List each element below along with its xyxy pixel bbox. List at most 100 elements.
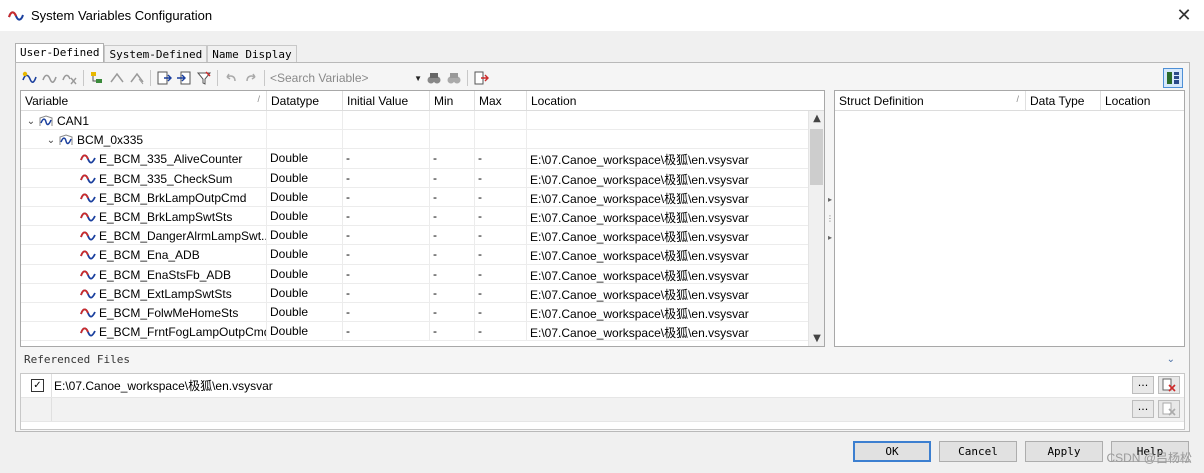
column-header-max[interactable]: Max <box>475 91 527 110</box>
variable-cell: ⌄ CAN1 <box>21 111 267 130</box>
table-row[interactable]: E_BCM_FrntFogLampOutpCmd Double - - - E:\07.C… <box>21 322 824 342</box>
table-row[interactable]: E_BCM_BrkLampSwtSts Double - - - E:\07.Canoe_… <box>21 206 824 227</box>
max-cell: - <box>475 302 527 322</box>
search-placeholder: <Search Variable> <box>270 71 369 85</box>
table-row[interactable]: E_BCM_335_AliveCounter Double - - - E:\07.Can… <box>21 149 824 169</box>
location-cell: E:\07.Canoe_workspace\极狐\en.vsysvar <box>530 230 749 245</box>
column-header-initial-value[interactable]: Initial Value <box>343 91 430 110</box>
tree-node-row[interactable]: ⌄ CAN1 <box>21 111 824 131</box>
initial-value-cell <box>343 130 430 149</box>
toolbar-separator <box>217 70 218 86</box>
max-cell: - <box>475 283 527 302</box>
cancel-button[interactable]: Cancel <box>939 441 1017 462</box>
location-cell: E:\07.Canoe_workspace\极狐\en.vsysvar <box>530 306 749 321</box>
watermark: CSDN @吕杨松 <box>1106 451 1192 465</box>
max-cell: - <box>475 245 527 264</box>
close-icon: ✕ <box>1176 4 1192 26</box>
goto-icon[interactable] <box>473 70 489 86</box>
referenced-file-row-empty[interactable]: ... <box>21 398 1184 422</box>
variable-icon <box>80 308 96 318</box>
chevron-down-icon[interactable]: ⌄ <box>24 116 38 127</box>
column-header-location[interactable]: Location <box>1101 91 1184 110</box>
tab-bar: User-Defined System-Defined Name Display <box>15 43 297 65</box>
scroll-thumb[interactable] <box>810 129 823 185</box>
grid-body: ⌄ CAN1 ⌄ BCM_0x335 E_BCM_335_AliveCounter Dou… <box>21 111 824 342</box>
table-row[interactable]: E_BCM_335_CheckSum Double - - - E:\07.Canoe_w… <box>21 168 824 188</box>
toggle-struct-pane-button[interactable] <box>1163 68 1183 88</box>
ok-button[interactable]: OK <box>853 441 931 462</box>
delete-variable-icon[interactable] <box>62 70 78 86</box>
table-row[interactable]: E_BCM_ExtLampSwtSts Double - - - E:\07.Canoe_… <box>21 283 824 303</box>
remove-file-icon <box>1162 402 1176 416</box>
variable-name: E_BCM_ExtLampSwtSts <box>99 286 232 301</box>
system-variables-icon <box>8 10 24 21</box>
column-header-variable[interactable]: Variable / <box>21 91 267 110</box>
table-row[interactable]: E_BCM_FolwMeHomeSts Double - - - E:\07.Canoe_… <box>21 302 824 323</box>
max-cell: - <box>475 168 527 187</box>
column-header-min[interactable]: Min <box>430 91 475 110</box>
variable-name: E_BCM_DangerAlrmLampSwt... <box>99 229 267 244</box>
datatype-cell: Double <box>267 187 343 206</box>
initial-value-cell: - <box>343 226 430 245</box>
vertical-scrollbar[interactable]: ▲ ▼ <box>808 111 824 346</box>
new-variable-icon[interactable] <box>22 70 38 86</box>
column-header-location[interactable]: Location <box>527 91 808 110</box>
location-cell: E:\07.Canoe_workspace\极狐\en.vsysvar <box>530 172 749 187</box>
initial-value-cell: - <box>343 322 430 341</box>
close-button[interactable]: ✕ <box>1172 4 1196 26</box>
location-cell: E:\07.Canoe_workspace\极狐\en.vsysvar <box>530 249 749 264</box>
datatype-cell: Double <box>267 149 343 168</box>
variable-name: E_BCM_BrkLampSwtSts <box>99 210 233 225</box>
browse-file-button[interactable]: ... <box>1132 400 1154 418</box>
tree-node-row[interactable]: ⌄ BCM_0x335 <box>21 130 824 150</box>
pane-splitter[interactable]: ▸ ⋮ ▸ <box>826 90 834 347</box>
table-row[interactable]: E_BCM_DangerAlrmLampSwt... Double - - - E:\07… <box>21 226 824 246</box>
chevron-down-icon[interactable]: ▼ <box>414 74 422 83</box>
table-row[interactable]: E_BCM_EnaStsFb_ADB Double - - - E:\07.Canoe_w… <box>21 264 824 284</box>
max-cell: - <box>475 264 527 283</box>
filter-icon[interactable] <box>196 70 212 86</box>
undo-icon[interactable] <box>223 70 239 86</box>
scroll-up-icon[interactable]: ▲ <box>809 111 824 127</box>
browse-file-button[interactable]: ... <box>1132 376 1154 394</box>
edit-variable-icon[interactable] <box>42 70 58 86</box>
collapse-icon[interactable]: ⌄ <box>1167 354 1175 365</box>
scroll-down-icon[interactable]: ▼ <box>809 331 824 346</box>
row-buttons: ... <box>1132 376 1180 394</box>
find-next-icon[interactable] <box>446 70 462 86</box>
variable-name: E_BCM_FolwMeHomeSts <box>99 305 239 320</box>
min-cell: - <box>430 187 475 206</box>
column-header-datatype[interactable]: Datatype <box>267 91 343 110</box>
variable-cell: E_BCM_BrkLampSwtSts <box>21 206 267 226</box>
min-cell: - <box>430 206 475 226</box>
sort-icon: / <box>1016 94 1019 104</box>
sort-icon: / <box>257 94 260 104</box>
variable-icon <box>80 327 96 337</box>
namespace-icon <box>59 134 73 146</box>
chevron-down-icon[interactable]: ⌄ <box>44 135 58 146</box>
initial-value-cell: - <box>343 187 430 206</box>
location-cell: E:\07.Canoe_workspace\极狐\en.vsysvar <box>530 153 749 168</box>
table-row[interactable]: E_BCM_Ena_ADB Double - - - E:\07.Canoe_worksp… <box>21 245 824 265</box>
file-enabled-checkbox[interactable]: ✓ <box>31 379 44 392</box>
initial-value-cell: - <box>343 264 430 283</box>
import-icon[interactable] <box>176 70 192 86</box>
remove-file-button[interactable] <box>1158 376 1180 394</box>
location-cell: E:\07.Canoe_workspace\极狐\en.vsysvar <box>530 326 749 341</box>
delete-namespace-icon[interactable] <box>129 70 145 86</box>
layout-icon <box>1167 72 1179 84</box>
remove-file-button[interactable] <box>1158 400 1180 418</box>
rename-namespace-icon[interactable] <box>109 70 125 86</box>
redo-icon[interactable] <box>243 70 259 86</box>
referenced-file-row[interactable]: ✓ E:\07.Canoe_workspace\极狐\en.vsysvar ..… <box>21 374 1184 398</box>
search-variable-input[interactable]: <Search Variable> ▼ <box>268 69 424 87</box>
column-header-struct-definition[interactable]: Struct Definition / <box>835 91 1026 110</box>
apply-button[interactable]: Apply <box>1025 441 1103 462</box>
find-icon[interactable] <box>426 70 442 86</box>
variable-name: E_BCM_FrntFogLampOutpCmd <box>99 325 267 340</box>
table-row[interactable]: E_BCM_BrkLampOutpCmd Double - - - E:\07.Canoe… <box>21 187 824 207</box>
export-icon[interactable] <box>156 70 172 86</box>
new-namespace-icon[interactable] <box>89 70 105 86</box>
column-header-data-type[interactable]: Data Type <box>1026 91 1101 110</box>
variable-cell: E_BCM_ExtLampSwtSts <box>21 283 267 302</box>
